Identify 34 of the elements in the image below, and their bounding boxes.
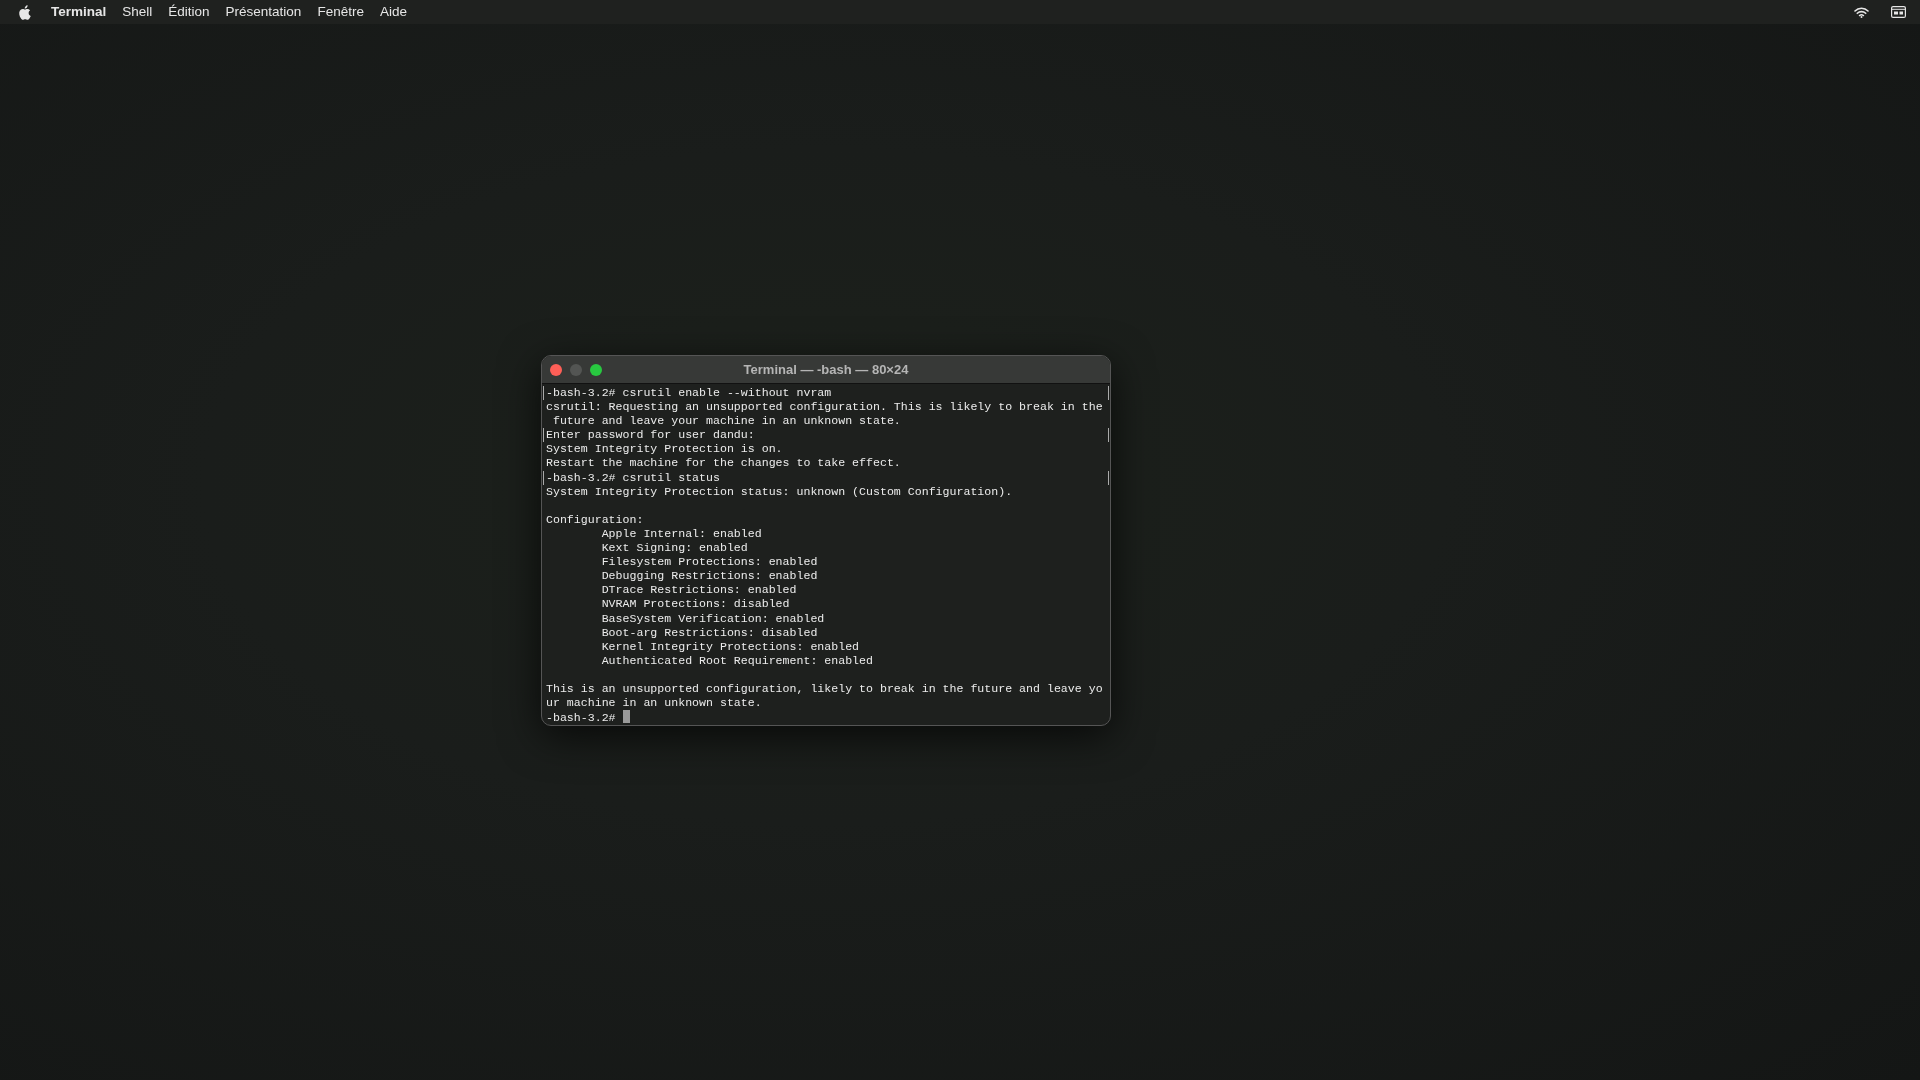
window-list-icon[interactable] [1891,6,1906,18]
terminal-line: Debugging Restrictions: enabled [600,569,818,583]
menu-item[interactable]: Aide [371,1,415,23]
wifi-icon[interactable] [1854,6,1869,18]
menu-item[interactable]: Édition [160,1,218,23]
zoom-button[interactable] [590,364,602,376]
terminal-line: Restart the machine for the changes to take effect. [546,456,901,470]
menu-item[interactable]: Présentation [217,1,310,23]
terminal-line: System Integrity Protection status: unknown (Custom Configuration). [546,484,1013,498]
terminal-line: Kernel Integrity Protections: enabled [600,639,860,653]
terminal-line: Apple Internal: enabled [600,526,762,540]
terminal-line: This is an unsupported configuration, likely to break in the future and leave yo [546,681,1103,695]
menu-item[interactable]: Fenêtre [309,1,372,23]
terminal-line: Filesystem Protections: enabled [600,555,818,569]
apple-logo-icon[interactable] [18,4,31,20]
terminal-line: DTrace Restrictions: enabled [600,583,797,597]
terminal-line: Configuration: [546,512,644,526]
terminal-line: -bash-3.2# csrutil status [546,470,720,484]
terminal-line: Kext Signing: enabled [600,541,748,555]
terminal-line: System Integrity Protection is on. [546,442,783,456]
terminal-line: Enter password for user dandu: [546,428,755,442]
terminal-line: BaseSystem Verification: enabled [600,611,825,625]
close-button[interactable] [550,364,562,376]
menu-item[interactable]: Terminal [43,1,115,23]
terminal-line: Boot-arg Restrictions: disabled [600,625,818,639]
window-title: Terminal — -bash — 80×24 [743,360,909,379]
terminal-line: Authenticated Root Requirement: enabled [600,653,873,667]
terminal-line: csrutil: Requesting an unsupported configuration. This is likely to break in the [546,400,1103,414]
terminal-line: -bash-3.2# [546,711,617,725]
terminal-line: NVRAM Protections: disabled [600,597,790,611]
menu-item[interactable]: Shell [114,1,161,23]
terminal-line: future and leave your machine in an unknown state. [551,414,901,428]
terminal-line: ur machine in an unknown state. [546,696,762,710]
terminal-line: -bash-3.2# csrutil enable --without nvram [546,386,832,399]
